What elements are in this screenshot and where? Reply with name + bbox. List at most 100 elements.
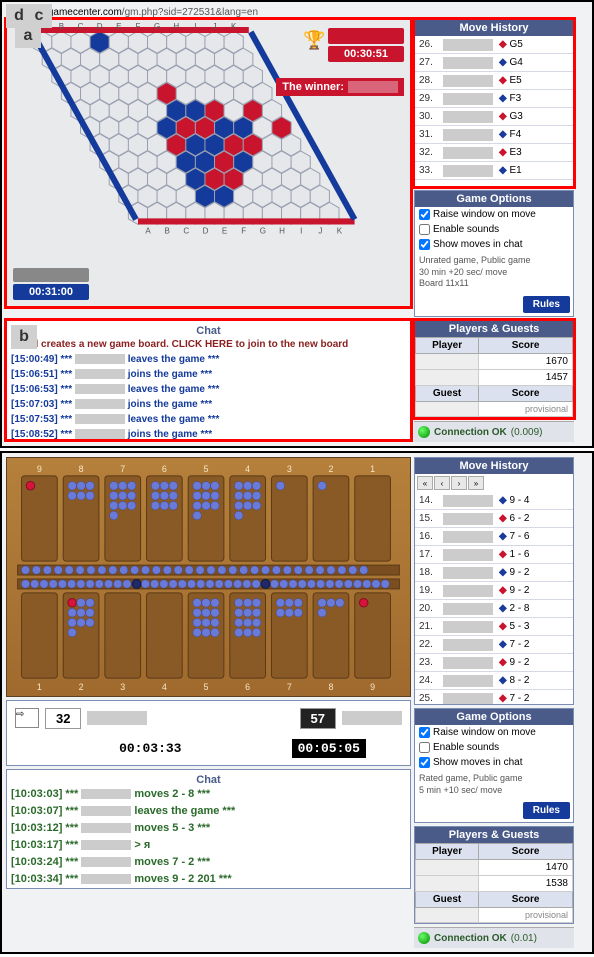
chat-line: [15:06:53] *** leaves the game *** (11, 382, 406, 397)
opt-sounds-b[interactable]: Enable sounds (415, 740, 573, 755)
move-row[interactable]: 14.◆ 9 - 4 (415, 492, 573, 510)
hex-game-board[interactable]: a AABBCCDDEEFFGGHHIIJJKK 🏆 00:30:51 The … (6, 19, 411, 307)
opt-showmoves[interactable]: Show moves in chat (415, 237, 573, 252)
svg-text:1: 1 (370, 464, 375, 474)
move-row[interactable]: 31.◆ F4 (415, 126, 573, 144)
svg-text:J: J (318, 227, 322, 236)
move-row[interactable]: 18.◆ 9 - 2 (415, 564, 573, 582)
chat-line: [10:03:34] *** moves 9 - 2 201 *** (11, 871, 406, 888)
svg-text:G: G (260, 227, 266, 236)
move-row[interactable]: 27.◆ G4 (415, 54, 573, 72)
panel-label-d: d (6, 4, 32, 28)
nav-prev[interactable]: ‹ (434, 476, 450, 490)
winner-bar: The winner: (276, 78, 404, 96)
timer-left: 00:03:33 (113, 739, 187, 758)
opt-raise[interactable]: Raise window on move (415, 207, 573, 222)
score-right: 57 (300, 708, 336, 729)
screenshot-hex: ⟳ gc1.iggamecenter.com/gm.php?sid=272531… (0, 0, 594, 448)
timer-red: 00:30:51 (328, 46, 404, 62)
move-row[interactable]: 29.◆ F3 (415, 90, 573, 108)
svg-text:6: 6 (162, 464, 167, 474)
svg-text:H: H (279, 227, 285, 236)
chat-line: [10:03:24] *** moves 7 - 2 *** (11, 854, 406, 871)
opt-raise-b[interactable]: Raise window on move (415, 725, 573, 740)
move-row[interactable]: 19.◆ 9 - 2 (415, 582, 573, 600)
nav-last[interactable]: » (468, 476, 484, 490)
svg-text:F: F (241, 227, 246, 236)
svg-text:K: K (337, 227, 343, 236)
rules-button[interactable]: Rules (523, 296, 570, 313)
svg-text:9: 9 (370, 682, 375, 692)
player-top: 00:30:51 (328, 28, 404, 62)
move-row[interactable]: 28.◆ E5 (415, 72, 573, 90)
sidebar-top: c Move History 26.◆ G527.◆ G428.◆ E529.◆… (414, 19, 574, 317)
move-row[interactable]: 25.◆ 7 - 2 (415, 690, 573, 704)
hex-grid: AABBCCDDEEFFGGHHIIJJKK (7, 20, 410, 306)
svg-text:7: 7 (120, 464, 125, 474)
opt-showmoves-b[interactable]: Show moves in chat (415, 755, 573, 770)
svg-text:8: 8 (328, 682, 333, 692)
player-bottom: 00:31:00 (13, 268, 89, 300)
chat-line: [15:00:49] *** leaves the game *** (11, 352, 406, 367)
chat-line: [10:03:07] *** leaves the game *** (11, 803, 406, 820)
svg-text:5: 5 (204, 464, 209, 474)
move-row[interactable]: 23.◆ 9 - 2 (415, 654, 573, 672)
toguz-game-board[interactable]: 918273645546372819 (6, 457, 411, 697)
screenshot-toguz: 918273645546372819 ⇨ 32 57 00:03:33 00:0… (0, 451, 594, 954)
move-row[interactable]: 26.◆ G5 (415, 36, 573, 54)
move-row[interactable]: 33.◆ E1 (415, 162, 573, 180)
rules-button-b[interactable]: Rules (523, 802, 570, 819)
svg-text:B: B (59, 22, 64, 31)
nav-first[interactable]: « (417, 476, 433, 490)
svg-text:4: 4 (245, 464, 250, 474)
move-row[interactable]: 17.◆ 1 - 6 (415, 546, 573, 564)
svg-text:7: 7 (287, 682, 292, 692)
svg-text:E: E (222, 227, 228, 236)
svg-text:3: 3 (120, 682, 125, 692)
chat-panel-bot: Chat [10:03:03] *** moves 2 - 8 ***[10:0… (6, 769, 411, 889)
timer-blue: 00:31:00 (13, 284, 89, 300)
svg-text:I: I (300, 227, 302, 236)
opt-sounds[interactable]: Enable sounds (415, 222, 573, 237)
move-history-title: Move History (415, 20, 573, 36)
svg-text:F: F (136, 22, 141, 31)
svg-text:4: 4 (162, 682, 167, 692)
move-row[interactable]: 15.◆ 6 - 2 (415, 510, 573, 528)
toguz-svg: 918273645546372819 (7, 458, 410, 696)
nav-next[interactable]: › (451, 476, 467, 490)
svg-text:J: J (213, 22, 217, 31)
svg-text:1: 1 (37, 682, 42, 692)
score-bar: ⇨ 32 57 00:03:33 00:05:05 (6, 700, 411, 766)
svg-text:D: D (97, 22, 103, 31)
svg-text:H: H (173, 22, 179, 31)
svg-text:I: I (194, 22, 196, 31)
move-row[interactable]: 21.◆ 5 - 3 (415, 618, 573, 636)
chat-line: [15:07:53] *** leaves the game *** (11, 412, 406, 427)
chat-panel: b Chat David creates a new game board. C… (6, 320, 411, 440)
chat-line: [10:03:39] *** moves 9 - 2 *** (11, 888, 406, 889)
timer-right: 00:05:05 (292, 739, 366, 758)
connection-dot-icon (418, 426, 430, 438)
move-row[interactable]: 30.◆ G3 (415, 108, 573, 126)
chat-line: [15:08:52] *** joins the game *** (11, 427, 406, 440)
panel-label-b: b (11, 325, 37, 349)
score-left: 32 (45, 708, 81, 729)
chat-line: [10:03:17] *** > я (11, 837, 406, 854)
move-row[interactable]: 32.◆ E3 (415, 144, 573, 162)
chat-line: [10:03:03] *** moves 2 - 8 *** (11, 786, 406, 803)
move-row[interactable]: 24.◆ 8 - 2 (415, 672, 573, 690)
game-options-panel: Game Options Raise window on move Enable… (414, 190, 574, 317)
move-history-panel: c Move History 26.◆ G527.◆ G428.◆ E529.◆… (414, 19, 574, 187)
svg-text:9: 9 (37, 464, 42, 474)
move-row[interactable]: 16.◆ 7 - 6 (415, 528, 573, 546)
svg-text:2: 2 (328, 464, 333, 474)
chat-line: [15:07:03] *** joins the game *** (11, 397, 406, 412)
svg-text:A: A (145, 227, 151, 236)
game-options-bot: Game Options Raise window on move Enable… (414, 708, 574, 823)
chat-line: [15:06:51] *** joins the game *** (11, 367, 406, 382)
url-bar: ⟳ gc1.iggamecenter.com/gm.php?sid=272531… (6, 6, 588, 19)
move-row[interactable]: 20.◆ 2 - 8 (415, 600, 573, 618)
turn-arrow-icon: ⇨ (15, 708, 39, 728)
svg-text:C: C (78, 22, 84, 31)
move-row[interactable]: 22.◆ 7 - 2 (415, 636, 573, 654)
